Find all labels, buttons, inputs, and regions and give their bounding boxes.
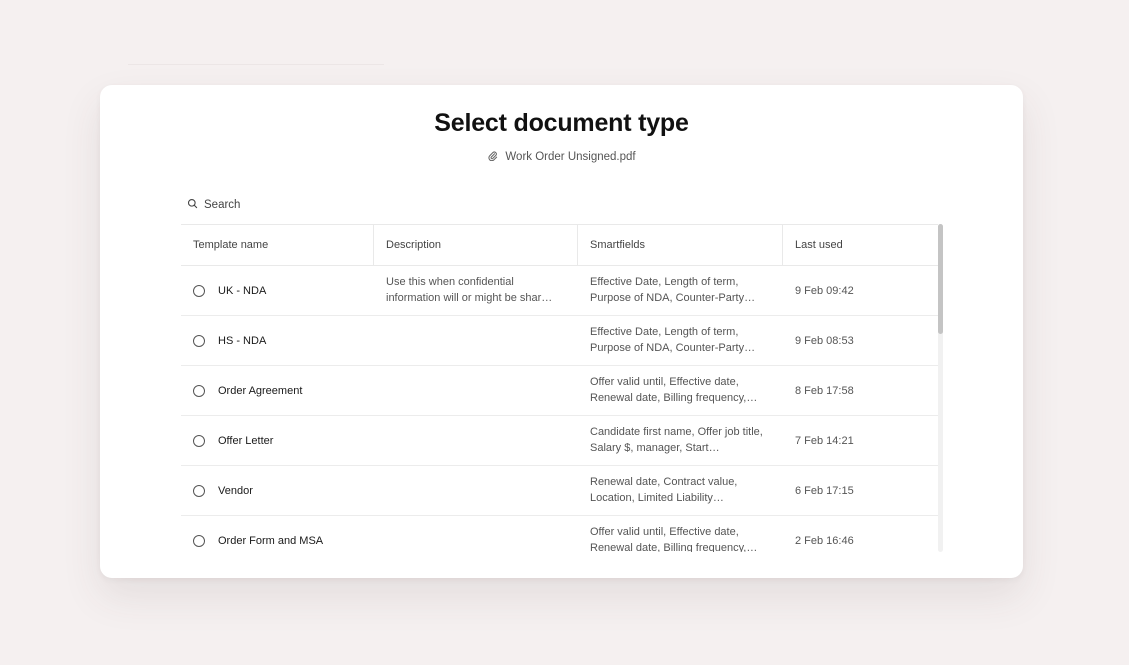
last-used-text: 9 Feb 08:53 <box>795 334 854 347</box>
description-cell <box>374 466 578 515</box>
radio-button[interactable] <box>193 434 205 447</box>
table-row[interactable]: UK - NDA Use this when confidential info… <box>181 266 938 316</box>
last-used-text: 2 Feb 16:46 <box>795 534 854 547</box>
attached-file-name: Work Order Unsigned.pdf <box>505 151 636 163</box>
table-row[interactable]: Offer Letter Candidate first name, Offer… <box>181 416 938 466</box>
last-used-text: 9 Feb 09:42 <box>795 284 854 297</box>
template-name: HS - NDA <box>218 334 267 347</box>
smartfields-cell: Renewal date, Contract value, Location, … <box>578 466 783 515</box>
smartfields-cell: Effective Date, Length of term, Purpose … <box>578 266 783 315</box>
template-name: Order Agreement <box>218 384 303 397</box>
select-document-type-dialog: Select document type Work Order Unsigned… <box>100 85 1023 578</box>
radio-button[interactable] <box>193 284 205 297</box>
table-row[interactable]: Vendor Renewal date, Contract value, Loc… <box>181 466 938 516</box>
template-name-cell: HS - NDA <box>181 316 374 365</box>
description-text: Use this when confidential information w… <box>386 276 553 304</box>
description-cell <box>374 366 578 415</box>
template-name-cell: Vendor <box>181 466 374 515</box>
radio-button[interactable] <box>193 334 205 347</box>
column-header-last-used[interactable]: Last used <box>783 224 938 265</box>
template-name-cell: Order Agreement <box>181 366 374 415</box>
smartfields-text: Candidate first name, Offer job title, S… <box>590 426 763 454</box>
smartfields-cell: Candidate first name, Offer job title, S… <box>578 416 783 465</box>
template-name-cell: Order Form and MSA <box>181 516 374 552</box>
column-header-smartfields[interactable]: Smartfields <box>578 224 783 265</box>
template-name: UK - NDA <box>218 284 267 297</box>
column-header-template-name[interactable]: Template name <box>181 224 374 265</box>
radio-button[interactable] <box>193 484 205 497</box>
attached-file: Work Order Unsigned.pdf <box>100 150 1023 164</box>
paperclip-icon <box>487 150 498 164</box>
search-input[interactable]: Search <box>187 197 240 213</box>
radio-button[interactable] <box>193 534 205 547</box>
table-row[interactable]: HS - NDA Effective Date, Length of term,… <box>181 316 938 366</box>
last-used-text: 6 Feb 17:15 <box>795 484 854 497</box>
last-used-cell: 6 Feb 17:15 <box>783 466 938 515</box>
template-name-cell: Offer Letter <box>181 416 374 465</box>
smartfields-text: Renewal date, Contract value, Location, … <box>590 476 738 504</box>
smartfields-text: Effective Date, Length of term, Purpose … <box>590 326 756 354</box>
table-row[interactable]: Order Form and MSA Offer valid until, Ef… <box>181 516 938 552</box>
smartfields-cell: Effective Date, Length of term, Purpose … <box>578 316 783 365</box>
search-icon <box>187 198 198 212</box>
smartfields-cell: Offer valid until, Effective date, Renew… <box>578 516 783 552</box>
smartfields-cell: Offer valid until, Effective date, Renew… <box>578 366 783 415</box>
table-row[interactable]: Order Agreement Offer valid until, Effec… <box>181 366 938 416</box>
template-name-cell: UK - NDA <box>181 266 374 315</box>
description-cell <box>374 416 578 465</box>
scrollbar-thumb[interactable] <box>938 224 943 334</box>
column-header-description[interactable]: Description <box>374 224 578 265</box>
search-placeholder: Search <box>204 199 241 211</box>
last-used-cell: 2 Feb 16:46 <box>783 516 938 552</box>
last-used-cell: 7 Feb 14:21 <box>783 416 938 465</box>
smartfields-text: Offer valid until, Effective date, Renew… <box>590 376 758 404</box>
last-used-cell: 9 Feb 09:42 <box>783 266 938 315</box>
last-used-cell: 8 Feb 17:58 <box>783 366 938 415</box>
templates-table: Template name Description Smartfields La… <box>181 224 943 552</box>
background-divider <box>128 64 384 65</box>
description-cell <box>374 516 578 552</box>
description-cell <box>374 316 578 365</box>
smartfields-text: Offer valid until, Effective date, Renew… <box>590 526 758 552</box>
table-scrollbar[interactable] <box>938 224 943 552</box>
template-name: Vendor <box>218 484 253 497</box>
dialog-title: Select document type <box>434 109 689 137</box>
radio-button[interactable] <box>193 384 205 397</box>
description-cell: Use this when confidential information w… <box>374 266 578 315</box>
last-used-cell: 9 Feb 08:53 <box>783 316 938 365</box>
smartfields-text: Effective Date, Length of term, Purpose … <box>590 276 756 304</box>
last-used-text: 8 Feb 17:58 <box>795 384 854 397</box>
template-name: Order Form and MSA <box>218 534 324 547</box>
template-name: Offer Letter <box>218 434 274 447</box>
last-used-text: 7 Feb 14:21 <box>795 434 854 447</box>
table-header: Template name Description Smartfields La… <box>181 224 938 266</box>
